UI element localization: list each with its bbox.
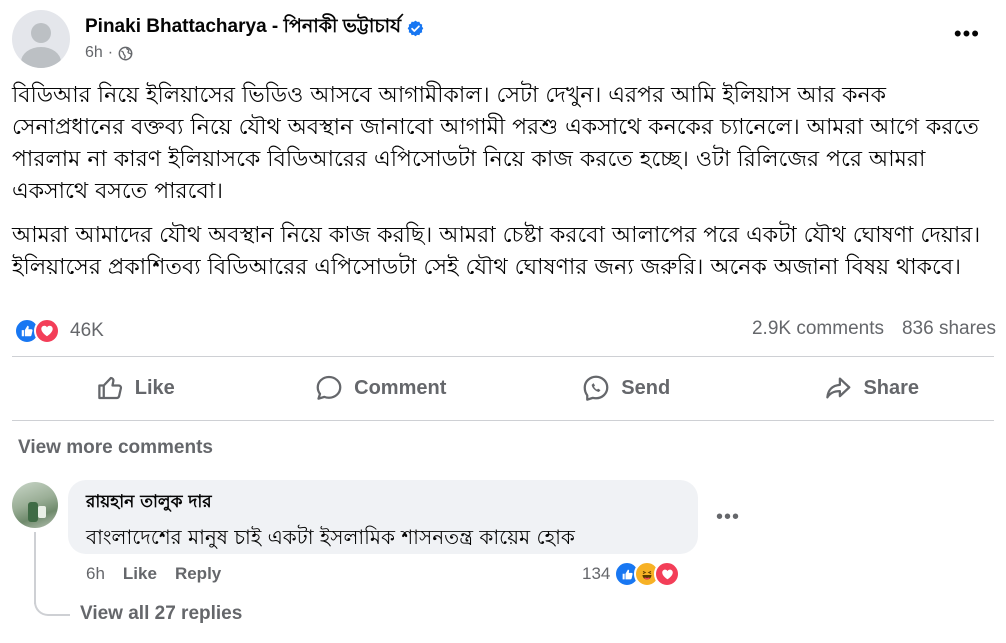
- post-text: বিডিআর নিয়ে ইলিয়াসের ভিডিও আসবে আগামীক…: [12, 80, 994, 296]
- share-icon: [826, 377, 851, 399]
- globe-icon: [118, 46, 133, 60]
- comment-actions: 6h Like Reply: [86, 564, 221, 584]
- reaction-bar: 46K 2.9K comments 836 shares: [14, 316, 996, 346]
- send-icon: [583, 375, 609, 401]
- author-avatar[interactable]: [12, 10, 70, 68]
- comment-time[interactable]: 6h: [86, 564, 105, 584]
- share-button[interactable]: Share: [749, 364, 995, 412]
- divider-bottom: [12, 420, 994, 421]
- comment-reaction-count: 134: [582, 564, 611, 583]
- share-label: Share: [863, 376, 920, 399]
- verified-badge-icon: [407, 20, 424, 36]
- reaction-count[interactable]: 46K: [70, 320, 104, 342]
- author-name-row: Pinaki Bhattacharya - পিনাকী ভট্টাচার্য: [85, 12, 424, 44]
- love-reaction-icon: [34, 318, 60, 344]
- post-header: Pinaki Bhattacharya - পিনাকী ভট্টাচার্য …: [12, 10, 994, 70]
- divider-top: [12, 356, 994, 357]
- comment-bubble: রায়হান তালুক দার বাংলাদেশের মানুষ চাই এ…: [68, 480, 698, 554]
- post-meta: 6h ·: [85, 44, 133, 62]
- view-more-comments-link[interactable]: View more comments: [18, 437, 213, 459]
- post-paragraph-1: বিডিআর নিয়ে ইলিয়াসের ভিডিও আসবে আগামীক…: [12, 83, 979, 204]
- view-all-replies-link[interactable]: View all 27 replies: [80, 603, 242, 625]
- commenter-name[interactable]: রায়হান তালুক দার: [86, 489, 680, 517]
- commenter-avatar[interactable]: [12, 482, 58, 528]
- meta-separator: ·: [107, 44, 114, 61]
- post-paragraph-2: আমরা আমাদের যৌথ অবস্থান নিয়ে কাজ করছি। …: [12, 223, 981, 280]
- post-actions: Like Comment Send Share: [12, 364, 994, 412]
- comment-more-icon[interactable]: •••: [716, 506, 740, 529]
- shares-count[interactable]: 836 shares: [902, 318, 996, 340]
- comments-count[interactable]: 2.9K comments: [752, 318, 884, 340]
- comment-reply-button[interactable]: Reply: [175, 564, 221, 584]
- comment-like-button[interactable]: Like: [123, 564, 157, 584]
- reply-thread-curve: [34, 590, 70, 616]
- engagement-stats: 2.9K comments 836 shares: [752, 318, 996, 340]
- comment-label: Comment: [354, 376, 447, 399]
- like-button[interactable]: Like: [12, 364, 258, 412]
- love-reaction-icon: [654, 561, 681, 587]
- comment-icon: [316, 375, 342, 400]
- post-more-icon[interactable]: •••: [954, 23, 980, 45]
- comment-reactions[interactable]: 134: [582, 561, 681, 587]
- send-label: Send: [621, 376, 671, 399]
- like-label: Like: [134, 376, 175, 399]
- send-button[interactable]: Send: [503, 364, 749, 412]
- post-time[interactable]: 6h: [85, 44, 103, 62]
- reaction-icons[interactable]: [14, 318, 60, 344]
- like-icon: [97, 376, 122, 400]
- comment-text: বাংলাদেশের মানুষ চাই একটা ইসলামিক শাসনতন…: [86, 525, 575, 549]
- comment-button[interactable]: Comment: [258, 364, 504, 412]
- author-name[interactable]: Pinaki Bhattacharya - পিনাকী ভট্টাচার্য: [85, 12, 401, 44]
